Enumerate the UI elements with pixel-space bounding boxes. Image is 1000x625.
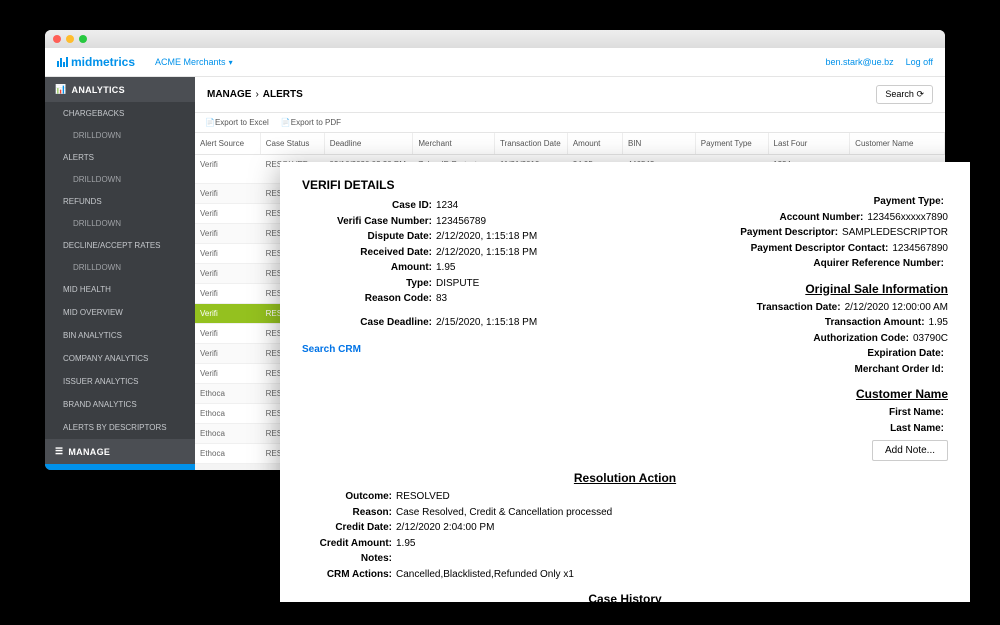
column-header[interactable]: Customer Name — [850, 133, 945, 154]
column-header[interactable]: Amount — [568, 133, 623, 154]
column-header[interactable]: Last Four — [769, 133, 851, 154]
sidebar-item[interactable]: DRILLDOWN — [45, 213, 195, 234]
search-button[interactable]: Search ⟳ — [876, 85, 933, 104]
export-excel-button[interactable]: 📄Export to Excel — [205, 118, 269, 127]
column-header[interactable]: Alert Source — [195, 133, 261, 154]
column-header[interactable]: Case Status — [261, 133, 325, 154]
detail-panel: VERIFI DETAILS Case ID:1234Verifi Case N… — [280, 162, 970, 602]
sale-section-title: Original Sale Information — [627, 282, 948, 296]
history-section-title: Case History — [302, 592, 948, 602]
search-crm-link[interactable]: Search CRM — [302, 344, 602, 355]
manage-icon: ☰ — [55, 446, 63, 457]
add-note-button[interactable]: Add Note... — [872, 440, 948, 461]
sidebar-item[interactable]: CHARGEBACKS — [45, 102, 195, 125]
chevron-down-icon: ▾ — [229, 58, 233, 67]
breadcrumb: MANAGE›ALERTS Search ⟳ — [195, 77, 945, 113]
column-header[interactable]: Payment Type — [696, 133, 769, 154]
topbar: midmetrics ACME Merchants▾ ben.stark@ue.… — [45, 48, 945, 77]
nav-section-analytics[interactable]: 📊ANALYTICS — [45, 77, 195, 102]
maximize-icon[interactable] — [79, 35, 87, 43]
sidebar-item[interactable]: MID OVERVIEW — [45, 301, 195, 324]
sidebar-item[interactable]: DRILLDOWN — [45, 257, 195, 278]
customer-section-title: Customer Name — [627, 387, 948, 401]
column-header[interactable]: Merchant — [413, 133, 495, 154]
analytics-icon: 📊 — [55, 84, 67, 95]
sidebar-item[interactable]: ALERTS — [45, 464, 195, 470]
close-icon[interactable] — [53, 35, 61, 43]
sidebar-item[interactable]: DRILLDOWN — [45, 169, 195, 190]
sidebar-item[interactable]: MID HEALTH — [45, 278, 195, 301]
sidebar: 📊ANALYTICS CHARGEBACKSDRILLDOWNALERTSDRI… — [45, 77, 195, 470]
user-link[interactable]: ben.stark@ue.bz — [825, 57, 893, 67]
merchant-selector[interactable]: ACME Merchants▾ — [155, 57, 233, 67]
export-toolbar: 📄Export to Excel 📄Export to PDF — [195, 113, 945, 133]
sidebar-item[interactable]: DRILLDOWN — [45, 125, 195, 146]
titlebar — [45, 30, 945, 48]
sidebar-item[interactable]: ALERTS BY DESCRIPTORS — [45, 416, 195, 439]
sidebar-item[interactable]: BRAND ANALYTICS — [45, 393, 195, 416]
sidebar-item[interactable]: BIN ANALYTICS — [45, 324, 195, 347]
export-pdf-button[interactable]: 📄Export to PDF — [281, 118, 341, 127]
sidebar-item[interactable]: COMPANY ANALYTICS — [45, 347, 195, 370]
sidebar-item[interactable]: ALERTS — [45, 146, 195, 169]
column-header[interactable]: Transaction Date — [495, 133, 568, 154]
nav-section-manage[interactable]: ☰MANAGE — [45, 439, 195, 464]
column-header[interactable]: Deadline — [325, 133, 414, 154]
detail-title: VERIFI DETAILS — [302, 178, 602, 192]
logo: midmetrics — [57, 55, 135, 69]
minimize-icon[interactable] — [66, 35, 74, 43]
sidebar-item[interactable]: ISSUER ANALYTICS — [45, 370, 195, 393]
logo-icon — [57, 57, 68, 67]
sidebar-item[interactable]: REFUNDS — [45, 190, 195, 213]
sidebar-item[interactable]: DECLINE/ACCEPT RATES — [45, 234, 195, 257]
column-header[interactable]: BIN — [623, 133, 696, 154]
resolution-section-title: Resolution Action — [302, 471, 948, 485]
logoff-link[interactable]: Log off — [906, 57, 933, 67]
